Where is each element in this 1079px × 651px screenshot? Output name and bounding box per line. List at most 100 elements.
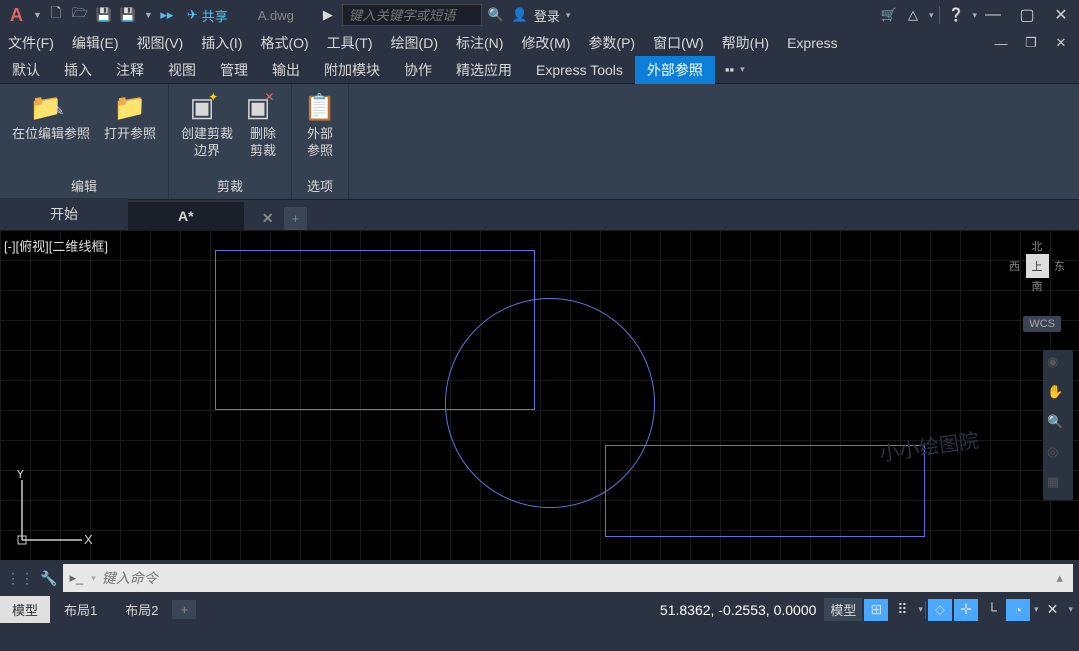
grid-toggle-icon[interactable]: ⊞	[864, 599, 888, 621]
open-ref-button[interactable]: 📁 打开参照	[100, 88, 160, 172]
command-input[interactable]	[102, 570, 1047, 586]
search-input[interactable]	[342, 4, 482, 26]
nav-orbit-icon[interactable]: ◎	[1047, 444, 1069, 466]
layout1-tab[interactable]: 布局1	[50, 596, 111, 623]
snap-toggle-icon[interactable]: ⠿	[890, 599, 914, 621]
rectangle-2[interactable]	[605, 445, 925, 537]
lwt-caret[interactable]: ▾	[1068, 604, 1073, 615]
doc-close-button[interactable]: ✕	[1049, 33, 1073, 53]
doc-tab-active[interactable]: A* ✕	[128, 202, 244, 230]
user-icon[interactable]: 👤	[510, 5, 530, 25]
menu-item[interactable]: 插入(I)	[201, 33, 242, 53]
ribbon-tab[interactable]: 外部参照	[635, 56, 715, 84]
menu-item[interactable]: 绘图(D)	[391, 33, 438, 53]
ribbon-tab[interactable]: 输出	[260, 56, 312, 84]
login-caret[interactable]: ▾	[566, 10, 571, 21]
autodesk-icon[interactable]: △	[903, 5, 923, 25]
navcube-e: 东	[1054, 258, 1065, 274]
xref-button[interactable]: 📋 外部 参照	[300, 88, 340, 172]
doc-tab-add[interactable]: +	[284, 207, 308, 230]
menu-item[interactable]: 格式(O)	[260, 33, 308, 53]
cmd-drag-handle[interactable]: ⋮⋮	[6, 570, 34, 587]
menu-item[interactable]: 文件(F)	[8, 33, 54, 53]
menu-item[interactable]: 参数(P)	[588, 33, 635, 53]
ribbon-tab[interactable]: 注释	[104, 56, 156, 84]
viewport-label[interactable]: [-][俯视][二维线框]	[4, 236, 108, 255]
nav-show-icon[interactable]: ▦	[1047, 474, 1069, 496]
model-tab[interactable]: 模型	[0, 596, 50, 623]
ribbon-tab[interactable]: Express Tools	[524, 58, 635, 82]
menu-item[interactable]: 标注(N)	[456, 33, 503, 53]
cmd-customize-icon[interactable]: 🔧	[40, 570, 57, 587]
doc-restore-button[interactable]: ❐	[1019, 33, 1043, 53]
drawing-canvas[interactable]: [-][俯视][二维线框] 小小绘图院 Y X 北 西 上 东 南 WCS ◉ …	[0, 230, 1079, 560]
nav-wheel-icon[interactable]: ◉	[1047, 354, 1069, 376]
help-icon[interactable]: ❔	[946, 5, 966, 25]
menu-item[interactable]: 窗口(W)	[653, 33, 704, 53]
otrack-icon[interactable]: ◔	[1006, 599, 1030, 621]
svg-text:Y: Y	[16, 470, 25, 481]
search-icon[interactable]: 🔍	[486, 5, 506, 25]
doc-tab-start[interactable]: 开始	[0, 198, 128, 230]
ribbon-tab[interactable]: 附加模块	[312, 56, 392, 84]
panel-title: 编辑	[8, 172, 160, 199]
nav-pan-icon[interactable]: ✋	[1047, 384, 1069, 406]
menu-item[interactable]: 视图(V)	[137, 33, 184, 53]
login-label[interactable]: 登录	[534, 6, 560, 25]
ribbon-tab[interactable]: 管理	[208, 56, 260, 84]
play-icon[interactable]: ▶	[318, 5, 338, 25]
polar-icon[interactable]: ✛	[954, 599, 978, 621]
share-button[interactable]: ✈ 共享	[181, 6, 234, 25]
ribbon-tab[interactable]: 默认	[0, 56, 52, 84]
ribbon-tab[interactable]: 协作	[392, 56, 444, 84]
lwt-icon[interactable]: ✕	[1040, 599, 1064, 621]
ribbon-tab[interactable]: 视图	[156, 56, 208, 84]
delete-clip-button[interactable]: ▣✕ 删除 剪裁	[243, 88, 283, 172]
panel-title: 选项	[300, 172, 340, 199]
cmd-expand-icon[interactable]: ▴	[1052, 570, 1067, 586]
cmd-history-caret[interactable]: ▾	[91, 573, 96, 584]
menu-item[interactable]: 修改(M)	[521, 33, 570, 53]
status-model-button[interactable]: 模型	[824, 598, 862, 621]
doc-tab-close-icon[interactable]: ✕	[262, 210, 274, 227]
ribbon-tab[interactable]: 插入	[52, 56, 104, 84]
app-menu-caret[interactable]: ▼	[33, 10, 42, 20]
layout-add-button[interactable]: +	[172, 600, 196, 619]
menu-item[interactable]: 工具(T)	[327, 33, 373, 53]
layout2-tab[interactable]: 布局2	[111, 596, 172, 623]
caret[interactable]: ▾	[929, 10, 934, 21]
view-cube[interactable]: 北 西 上 东 南	[1009, 238, 1065, 294]
cart-icon[interactable]: 🛒	[879, 5, 899, 25]
qa-caret[interactable]: ▼	[144, 10, 153, 20]
open-icon[interactable]: 🗁	[70, 5, 90, 25]
navcube-top[interactable]: 上	[1026, 254, 1049, 278]
ribbon-extra[interactable]: ▪▪ ▾	[715, 62, 755, 77]
app-logo[interactable]: A	[6, 5, 27, 26]
svg-text:X: X	[84, 532, 92, 547]
create-clip-button[interactable]: ▣✦ 创建剪裁 边界	[177, 88, 237, 172]
ribbon-tab[interactable]: 精选应用	[444, 56, 524, 84]
menu-item[interactable]: Express	[787, 35, 838, 51]
menu-item[interactable]: 帮助(H)	[722, 33, 769, 53]
osnap-icon[interactable]: └	[980, 599, 1004, 621]
save-icon[interactable]: 💾	[94, 5, 114, 25]
new-icon[interactable]: 🗋	[46, 5, 66, 25]
edit-in-place-button[interactable]: 📁✎ 在位编辑参照	[8, 88, 94, 172]
minimize-button[interactable]: —	[981, 5, 1005, 25]
forward-icon[interactable]: ▸▸	[157, 5, 177, 25]
nav-zoom-icon[interactable]: 🔍	[1047, 414, 1069, 436]
ortho-icon[interactable]: ⬦	[928, 599, 952, 621]
wcs-label[interactable]: WCS	[1023, 316, 1061, 332]
close-button[interactable]: ✕	[1049, 5, 1073, 25]
maximize-button[interactable]: ▢	[1015, 5, 1039, 25]
menu-item[interactable]: 编辑(E)	[72, 33, 119, 53]
coordinates[interactable]: 51.8362, -0.2553, 0.0000	[652, 602, 824, 618]
otrack-caret[interactable]: ▾	[1034, 604, 1039, 615]
saveas-icon[interactable]: 💾	[118, 5, 138, 25]
ucs-icon[interactable]: Y X	[12, 470, 92, 550]
btn-label: 创建剪裁 边界	[181, 126, 233, 160]
doc-minimize-button[interactable]: —	[989, 33, 1013, 53]
command-box[interactable]: ▸_ ▾ ▴	[63, 564, 1073, 592]
snap-caret[interactable]: ▾	[918, 604, 923, 615]
caret[interactable]: ▾	[972, 10, 977, 21]
